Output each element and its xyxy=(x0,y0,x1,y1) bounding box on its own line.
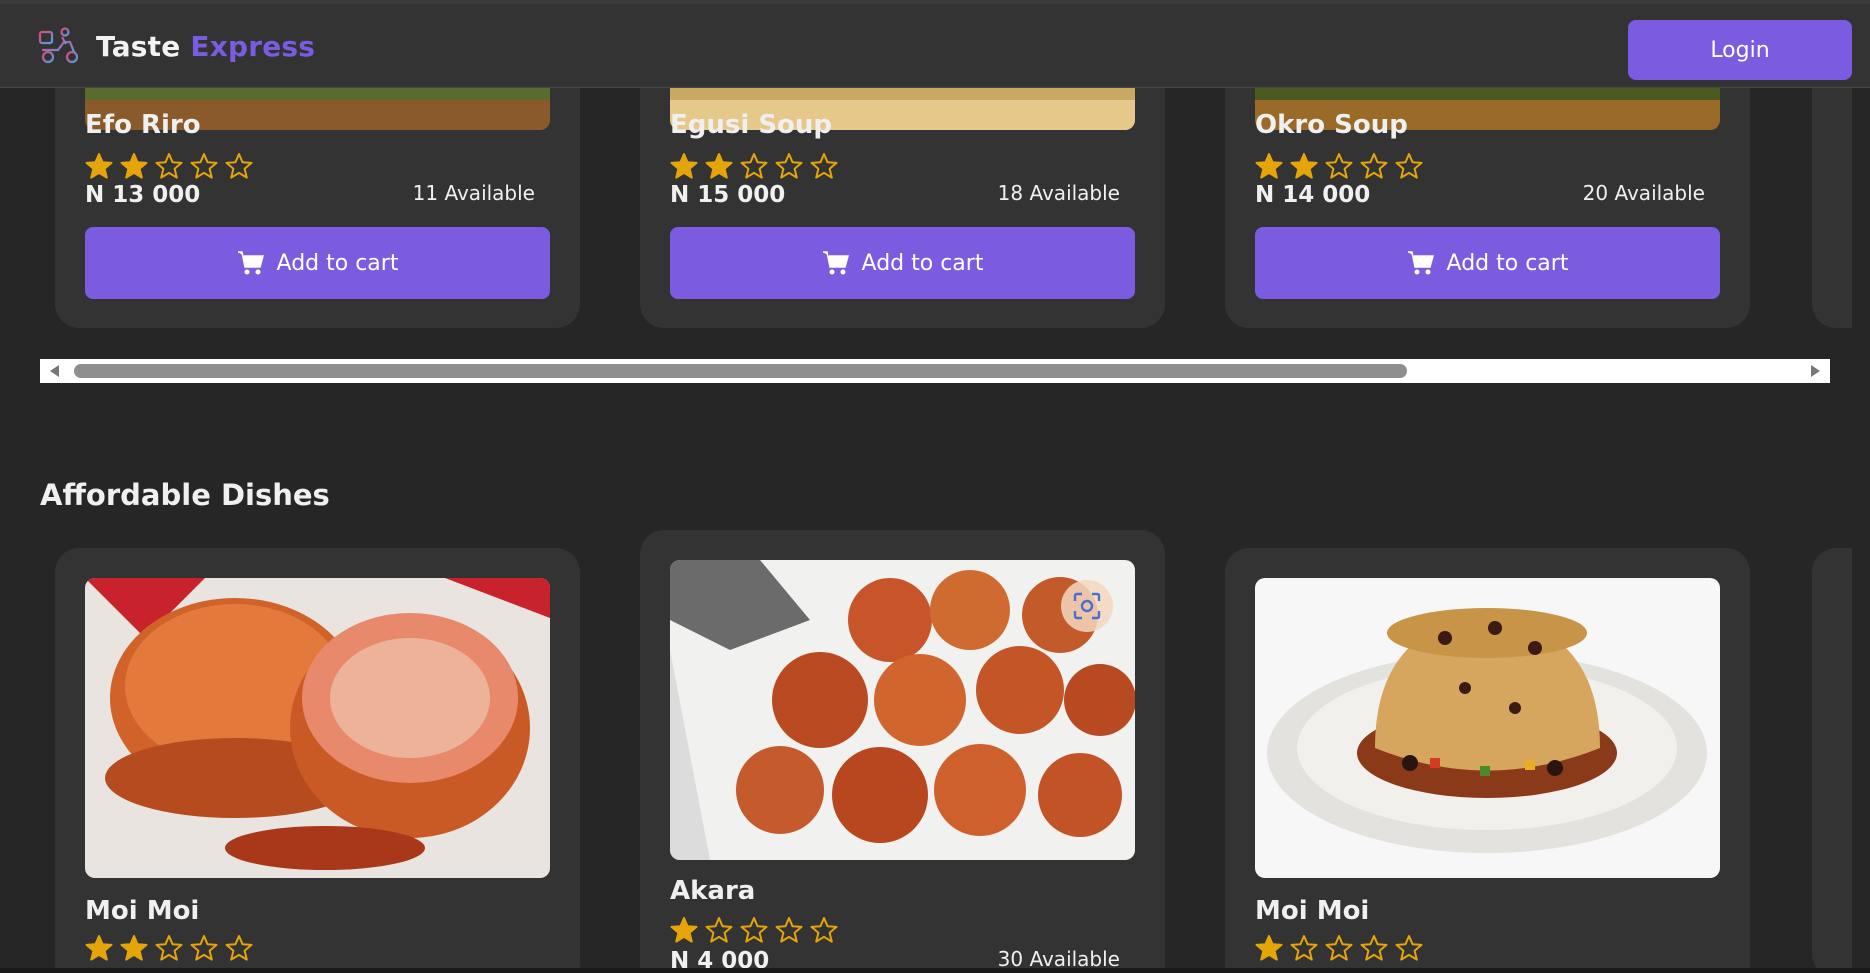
cart-icon xyxy=(237,251,264,275)
food-image xyxy=(670,560,1135,860)
rating-stars xyxy=(85,152,253,180)
cart-icon xyxy=(822,251,849,275)
dish-title: Okro Soup xyxy=(1255,110,1408,140)
delivery-scooter-icon xyxy=(38,27,79,64)
availability: 20 Available xyxy=(1582,181,1705,205)
star-filled-icon xyxy=(120,153,148,179)
brand-logo[interactable]: Taste Express xyxy=(38,26,315,66)
star-empty-icon xyxy=(1290,935,1318,961)
star-empty-icon xyxy=(1395,935,1423,961)
star-empty-icon xyxy=(1360,153,1388,179)
add-to-cart-button[interactable]: Add to cart xyxy=(670,227,1135,299)
page-bottom-edge xyxy=(0,968,1870,973)
next-card-edge xyxy=(1812,548,1852,973)
star-empty-icon xyxy=(1360,935,1388,961)
brand-name-part2: Express xyxy=(190,29,316,63)
star-empty-icon xyxy=(155,153,183,179)
star-empty-icon xyxy=(155,935,183,961)
add-to-cart-label: Add to cart xyxy=(276,250,399,276)
product-card-moi-moi-plate: Moi Moi xyxy=(1225,548,1750,973)
login-button[interactable]: Login xyxy=(1628,20,1852,80)
dish-title: Moi Moi xyxy=(1255,896,1370,926)
add-to-cart-button[interactable]: Add to cart xyxy=(85,227,550,299)
add-to-cart-label: Add to cart xyxy=(1446,250,1569,276)
brand-name-part1: Taste xyxy=(96,29,181,63)
star-filled-icon xyxy=(705,153,733,179)
cart-icon xyxy=(1407,251,1434,275)
product-card-moi-moi: Moi Moi xyxy=(55,548,580,973)
rating-stars xyxy=(670,152,838,180)
star-filled-icon xyxy=(1290,153,1318,179)
dish-price: N 13 000 xyxy=(85,182,201,208)
star-filled-icon xyxy=(1255,935,1283,961)
star-empty-icon xyxy=(775,153,803,179)
star-empty-icon xyxy=(810,917,838,943)
food-image xyxy=(1255,578,1720,878)
horizontal-scrollbar[interactable] xyxy=(40,359,1830,383)
dish-title: Efo Riro xyxy=(85,110,201,140)
star-empty-icon xyxy=(190,935,218,961)
dish-title: Moi Moi xyxy=(85,896,200,926)
availability: 18 Available xyxy=(997,181,1120,205)
food-image xyxy=(85,578,550,878)
rating-stars xyxy=(1255,152,1423,180)
moi-moi-slices-image xyxy=(85,578,550,878)
star-filled-icon xyxy=(85,153,113,179)
star-empty-icon xyxy=(1325,153,1353,179)
star-filled-icon xyxy=(670,153,698,179)
visual-search-icon xyxy=(1073,592,1101,620)
star-empty-icon xyxy=(225,153,253,179)
star-filled-icon xyxy=(670,917,698,943)
star-empty-icon xyxy=(1325,935,1353,961)
scroll-left-arrow-icon[interactable] xyxy=(50,365,59,377)
dish-price: N 15 000 xyxy=(670,182,786,208)
star-empty-icon xyxy=(810,153,838,179)
star-filled-icon xyxy=(120,935,148,961)
brand-name: Taste Express xyxy=(96,30,315,63)
moi-moi-plate-image xyxy=(1255,578,1720,878)
star-empty-icon xyxy=(740,917,768,943)
star-empty-icon xyxy=(190,153,218,179)
dish-title: Akara xyxy=(670,876,756,906)
star-filled-icon xyxy=(85,935,113,961)
image-search-lens-button[interactable] xyxy=(1061,580,1113,632)
top-navbar: Taste Express Login xyxy=(0,0,1870,88)
star-empty-icon xyxy=(740,153,768,179)
scrollbar-thumb[interactable] xyxy=(74,364,1407,378)
availability: 11 Available xyxy=(412,181,535,205)
rating-stars xyxy=(670,916,838,944)
star-empty-icon xyxy=(775,917,803,943)
star-empty-icon xyxy=(705,917,733,943)
star-empty-icon xyxy=(1395,153,1423,179)
product-card-akara: Akara N 4 000 30 Available xyxy=(640,530,1165,973)
rating-stars xyxy=(1255,934,1423,962)
star-empty-icon xyxy=(225,935,253,961)
dish-price: N 14 000 xyxy=(1255,182,1371,208)
add-to-cart-label: Add to cart xyxy=(861,250,984,276)
scroll-right-arrow-icon[interactable] xyxy=(1811,365,1820,377)
dish-title: Egusi Soup xyxy=(670,110,833,140)
rating-stars xyxy=(85,934,253,962)
section-title: Affordable Dishes xyxy=(40,478,330,512)
add-to-cart-button[interactable]: Add to cart xyxy=(1255,227,1720,299)
star-filled-icon xyxy=(1255,153,1283,179)
